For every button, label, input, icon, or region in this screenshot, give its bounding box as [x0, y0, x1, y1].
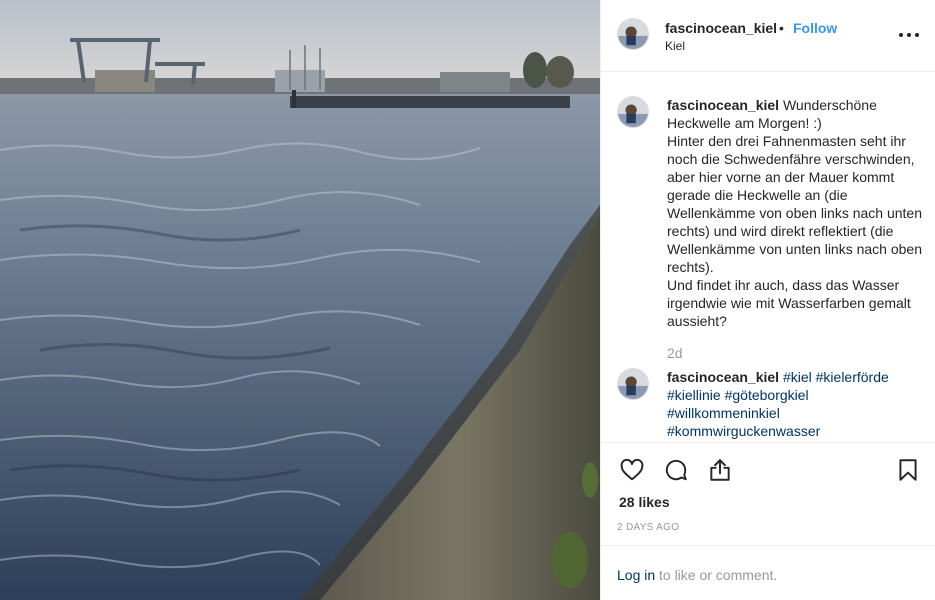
caption-text: fascinocean_kiel Wunderschöne Heckwelle … [667, 96, 925, 330]
post-location[interactable]: Kiel [665, 39, 685, 53]
likes-count[interactable]: 28 likes [619, 494, 670, 510]
post-photo[interactable] [0, 0, 600, 600]
comment-icon[interactable] [663, 457, 689, 483]
follow-button[interactable]: Follow [793, 20, 837, 36]
hashtag-link[interactable]: #willkommeninkiel [667, 405, 780, 421]
post-date[interactable]: 2 DAYS AGO [617, 522, 679, 533]
caption-time[interactable]: 2d [667, 345, 683, 361]
heart-icon[interactable] [619, 457, 645, 483]
post-header: fascinocean_kiel • Follow Kiel [601, 0, 935, 72]
login-prompt: Log in to like or comment. [601, 545, 935, 600]
tags-text: fascinocean_kiel #kiel #kielerförde #kie… [667, 368, 925, 440]
more-options-icon[interactable] [897, 24, 921, 44]
hashtag-link[interactable]: #kielerförde [816, 369, 889, 385]
separator-dot: • [779, 20, 784, 36]
post-modal: fascinocean_kiel • Follow Kiel fascinoce… [0, 0, 935, 600]
avatar-image [618, 97, 648, 127]
harbor-photo [0, 0, 600, 600]
hashtag-link[interactable]: #kiellinie [667, 387, 721, 403]
avatar-image [618, 369, 648, 399]
hashtag-link[interactable]: #kommwirguckenwasser [667, 423, 820, 439]
post-username[interactable]: fascinocean_kiel [665, 20, 777, 36]
hashtag-link[interactable]: #kiel [783, 369, 812, 385]
post-side-panel: fascinocean_kiel • Follow Kiel fascinoce… [600, 0, 935, 600]
bookmark-icon[interactable] [895, 457, 921, 483]
caption-line: Und findet ihr auch, dass das Wasser irg… [667, 277, 911, 329]
tags-username[interactable]: fascinocean_kiel [667, 369, 779, 385]
avatar[interactable] [617, 96, 649, 128]
avatar-image [618, 19, 648, 49]
login-prompt-text: to like or comment. [659, 567, 778, 583]
comments-list[interactable]: fascinocean_kiel Wunderschöne Heckwelle … [601, 72, 935, 442]
avatar[interactable] [617, 18, 649, 50]
hashtag-link[interactable]: #göteborgkiel [725, 387, 809, 403]
actions-section: 28 likes 2 DAYS AGO Log in to like or co… [601, 442, 935, 600]
login-link[interactable]: Log in [617, 567, 655, 583]
avatar[interactable] [617, 368, 649, 400]
caption-username[interactable]: fascinocean_kiel [667, 97, 779, 113]
share-icon[interactable] [707, 457, 733, 483]
caption-line: Hinter den drei Fahnenmasten seht ihr no… [667, 133, 923, 275]
